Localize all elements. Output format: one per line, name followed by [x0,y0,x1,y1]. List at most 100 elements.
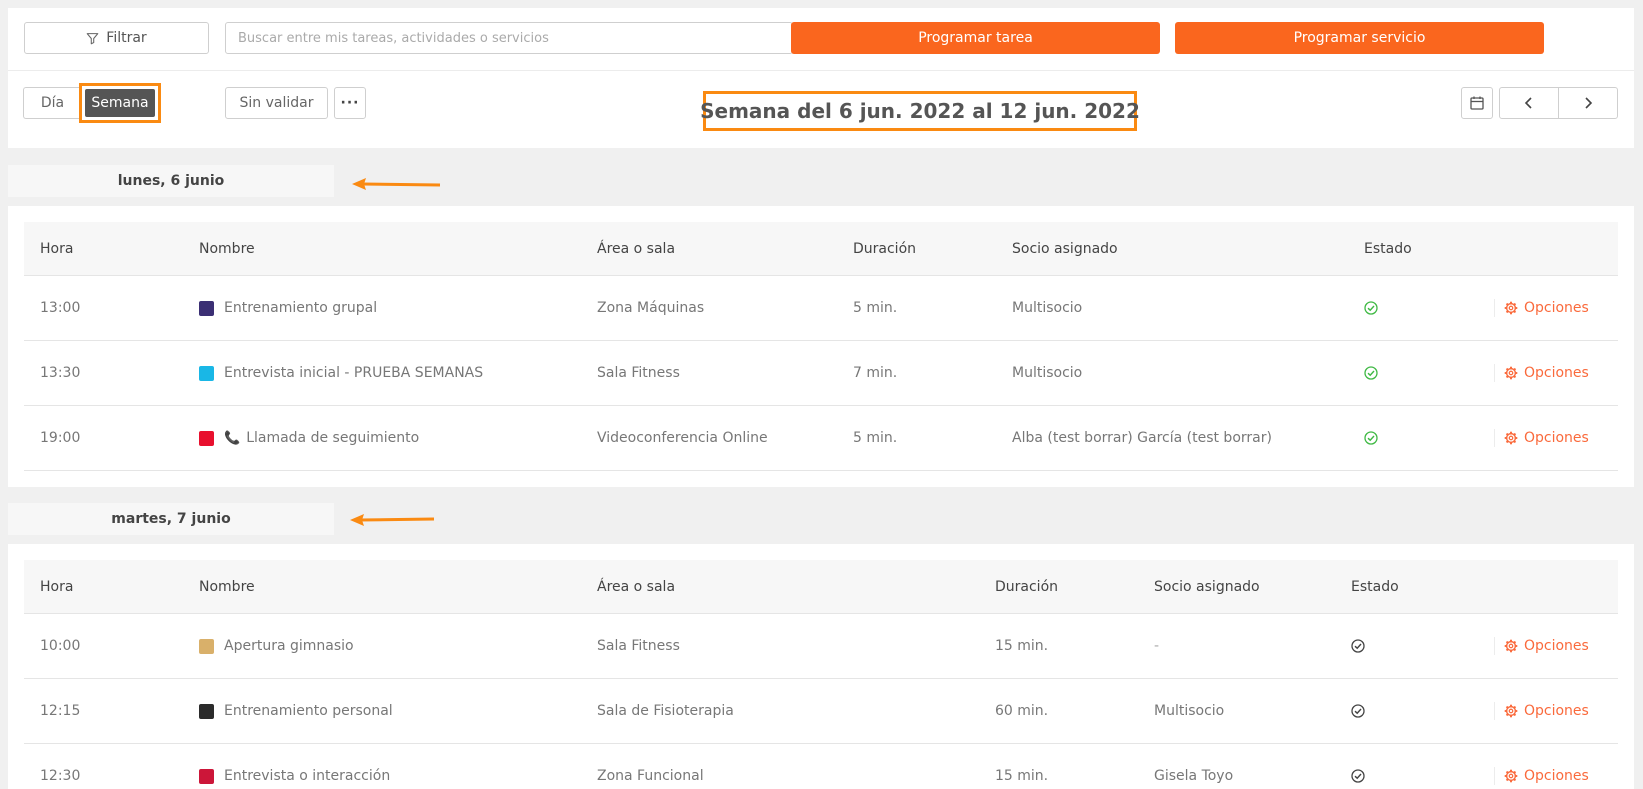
toolbar: Filtrar Programar tarea Programar servic… [8,8,1634,70]
column-header-duracion: Duración [995,578,1059,595]
row-name[interactable]: Entrevista o interacción [224,768,390,784]
calendar-icon [1469,95,1485,111]
row-status [1351,744,1365,789]
color-swatch [199,768,214,784]
day-schedule-card: Hora Nombre Área o sala Duración Socio a… [8,544,1634,789]
column-header-nombre: Nombre [199,578,255,595]
row-time: 12:15 [40,703,81,719]
view-week-button[interactable]: Semana [85,89,155,117]
table-header: Hora Nombre Área o sala Duración Socio a… [24,222,1618,276]
gear-icon [1504,769,1518,783]
options-label: Opciones [1524,365,1589,381]
column-header-estado: Estado [1364,240,1412,257]
arrow-indicator [352,178,441,190]
row-name-cell: Entrevista o interacción [199,744,390,789]
check-circle-icon [1351,639,1365,653]
row-name-cell: Entrevista inicial - PRUEBA SEMANAS [199,341,483,405]
table-row: 10:00 Apertura gimnasio Sala Fitness 15 min… [24,614,1618,679]
program-service-button[interactable]: Programar servicio [1175,22,1544,54]
column-header-duracion: Duración [853,240,917,257]
filter-button[interactable]: Filtrar [24,22,209,54]
row-status [1351,679,1365,743]
row-member: Multisocio [1154,703,1225,719]
table-row: 13:00 Entrenamiento grupal Zona Máquinas 5 … [24,276,1618,341]
schedule-table: Hora Nombre Área o sala Duración Socio a… [24,560,1618,789]
divider [1494,429,1495,447]
week-view-highlight: Semana [79,83,161,123]
table-row: 12:15 Entrenamiento personal Sala de Fisio… [24,679,1618,744]
check-circle-icon [1351,769,1365,783]
row-duration: 5 min. [853,300,898,316]
column-header-socio: Socio asignado [1012,240,1118,257]
column-header-socio: Socio asignado [1154,578,1260,595]
color-swatch [199,430,214,446]
row-name[interactable]: Llamada de seguimiento [246,430,419,446]
row-area: Sala Fitness [597,365,680,381]
column-header-estado: Estado [1351,578,1399,595]
chevron-left-icon [1522,96,1536,110]
row-duration: 60 min. [995,703,1049,719]
program-task-button[interactable]: Programar tarea [791,22,1160,54]
row-duration: 7 min. [853,365,898,381]
row-status [1364,341,1378,405]
row-time: 13:30 [40,365,81,381]
check-circle-icon [1351,704,1365,718]
chevron-right-icon [1581,96,1595,110]
options-button[interactable]: Opciones [1504,341,1589,405]
row-status [1364,406,1378,470]
row-name-cell: Entrenamiento personal [199,679,393,743]
gear-icon [1504,366,1518,380]
more-options-button[interactable]: ··· [334,87,366,119]
gear-icon [1504,704,1518,718]
calendar-button[interactable] [1461,87,1493,119]
options-button[interactable]: Opciones [1504,406,1589,470]
check-circle-icon [1364,431,1378,445]
gear-icon [1504,639,1518,653]
arrow-indicator [350,514,435,526]
row-area: Zona Máquinas [597,300,705,316]
options-button[interactable]: Opciones [1504,744,1589,789]
divider [8,70,1634,71]
unvalidated-filter-button[interactable]: Sin validar [225,87,328,119]
top-panel: Filtrar Programar tarea Programar servic… [8,8,1634,148]
week-title: Semana del 6 jun. 2022 al 12 jun. 2022 [700,91,1140,131]
row-time: 13:00 [40,300,81,316]
options-label: Opciones [1524,300,1589,316]
row-name[interactable]: Entrevista inicial - PRUEBA SEMANAS [224,365,483,381]
row-name[interactable]: Entrenamiento personal [224,703,393,719]
table-body: 10:00 Apertura gimnasio Sala Fitness 15 min… [24,614,1618,789]
color-swatch [199,638,214,654]
row-time: 19:00 [40,430,81,446]
check-circle-icon [1364,301,1378,315]
row-status [1364,276,1378,340]
options-button[interactable]: Opciones [1504,614,1589,678]
column-header-area: Área o sala [597,578,676,595]
day-schedule-card: Hora Nombre Área o sala Duración Socio a… [8,206,1634,487]
options-label: Opciones [1524,768,1589,784]
divider [1494,637,1495,655]
row-member: Multisocio [1012,300,1083,316]
row-member: - [1154,638,1160,654]
previous-week-button[interactable] [1499,87,1559,119]
row-status [1351,614,1365,678]
color-swatch [199,300,214,316]
divider [1494,767,1495,785]
row-name[interactable]: Apertura gimnasio [224,638,354,654]
row-name-cell: Apertura gimnasio [199,614,354,678]
options-button[interactable]: Opciones [1504,276,1589,340]
color-swatch [199,703,214,719]
filter-icon [86,32,99,45]
view-day-button[interactable]: Día [23,87,81,119]
row-area: Sala Fitness [597,638,680,654]
row-area: Sala de Fisioterapia [597,703,734,719]
row-duration: 15 min. [995,768,1049,784]
row-name-cell: 📞 Llamada de seguimiento [199,406,419,470]
options-button[interactable]: Opciones [1504,679,1589,743]
search-input[interactable] [225,22,793,54]
row-name[interactable]: Entrenamiento grupal [224,300,377,316]
schedule-table: Hora Nombre Área o sala Duración Socio a… [24,222,1618,471]
next-week-button[interactable] [1558,87,1618,119]
divider [1494,299,1495,317]
row-duration: 5 min. [853,430,898,446]
gear-icon [1504,431,1518,445]
